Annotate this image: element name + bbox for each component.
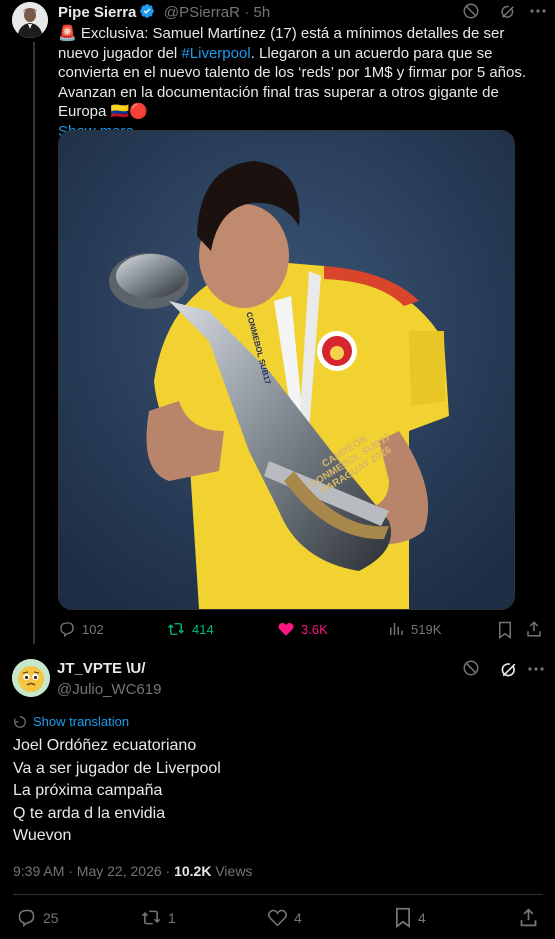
timestamp[interactable]: 9:39 AM · May 22, 2026 · <box>13 863 174 879</box>
show-translation-label: Show translation <box>33 714 130 729</box>
author-handle[interactable]: @Julio_WC619 <box>57 681 161 698</box>
reply-icon <box>58 620 76 638</box>
like-button[interactable]: 3.6K <box>277 620 328 638</box>
like-button[interactable]: 4 <box>267 907 302 928</box>
tweet-header: Pipe Sierra @PSierraR · 5h <box>58 3 270 22</box>
separator-dot: · <box>244 4 254 21</box>
avatar[interactable] <box>12 2 48 38</box>
repost-button[interactable]: 1 <box>140 907 176 928</box>
reply-count: 102 <box>82 621 104 637</box>
grok-icon[interactable] <box>499 660 519 680</box>
bookmark-count: 4 <box>418 909 426 926</box>
repost-count: 414 <box>192 621 214 637</box>
author-name[interactable]: Pipe Sierra <box>58 4 136 21</box>
reply-text: Joel Ordóñez ecuatoriano Va a ser jugado… <box>13 735 221 848</box>
more-options-icon[interactable] <box>530 9 546 13</box>
repost-icon <box>166 620 186 638</box>
repost-icon <box>140 907 162 928</box>
repost-button[interactable]: 414 <box>166 620 214 638</box>
show-translation-button[interactable]: Show translation <box>13 714 129 729</box>
bookmark-icon <box>394 907 412 928</box>
bookmark-icon[interactable] <box>497 621 513 639</box>
reply-count: 25 <box>43 909 59 926</box>
views-button[interactable]: 519K <box>387 620 441 638</box>
mute-icon[interactable] <box>462 659 480 677</box>
views-label: Views <box>215 863 253 879</box>
reply-button[interactable]: 25 <box>16 907 59 928</box>
grok-icon[interactable] <box>499 3 517 21</box>
tweet-meta: 9:39 AM · May 22, 2026 · 10.2K Views <box>13 863 252 879</box>
verified-badge-icon <box>139 3 155 19</box>
views-count: 519K <box>411 621 442 637</box>
tweet-text: 🚨 Exclusiva: Samuel Martínez (17) está a… <box>58 24 528 141</box>
reply-line: Va a ser jugador de Liverpool <box>13 759 221 777</box>
translate-icon <box>13 715 27 729</box>
reply-button[interactable]: 102 <box>58 620 104 638</box>
tweet-time[interactable]: 5h <box>254 4 271 21</box>
heart-icon <box>267 907 288 928</box>
tweet-media-photo[interactable]: CAMPEÓN CONMEBOL SUB17 PARAGUAY 2026 CON… <box>58 130 515 610</box>
like-count: 3.6K <box>301 621 328 637</box>
share-icon[interactable] <box>518 907 539 928</box>
hashtag-link[interactable]: #Liverpool <box>181 45 250 62</box>
like-count: 4 <box>294 909 302 926</box>
reply-line: Q te arda d la envidia <box>13 804 166 822</box>
author-handle[interactable]: @PSierraR <box>164 4 240 21</box>
heart-filled-icon <box>277 620 295 638</box>
reply-line: La próxima campaña <box>13 782 163 799</box>
avatar[interactable] <box>12 659 50 697</box>
share-icon[interactable] <box>525 620 543 638</box>
mute-icon[interactable] <box>462 2 480 20</box>
bookmark-button[interactable]: 4 <box>394 907 426 928</box>
reply-line: Joel Ordóñez ecuatoriano <box>13 737 197 754</box>
divider <box>13 894 543 895</box>
views-chart-icon <box>387 620 405 638</box>
more-options-icon[interactable] <box>528 667 544 671</box>
view-count: 10.2K <box>174 863 212 879</box>
thread-line <box>33 42 35 644</box>
author-name[interactable]: JT_VPTE \U/ <box>57 660 145 677</box>
reply-icon <box>16 907 37 928</box>
repost-count: 1 <box>168 909 176 926</box>
reply-line: Wuevon <box>13 827 72 844</box>
